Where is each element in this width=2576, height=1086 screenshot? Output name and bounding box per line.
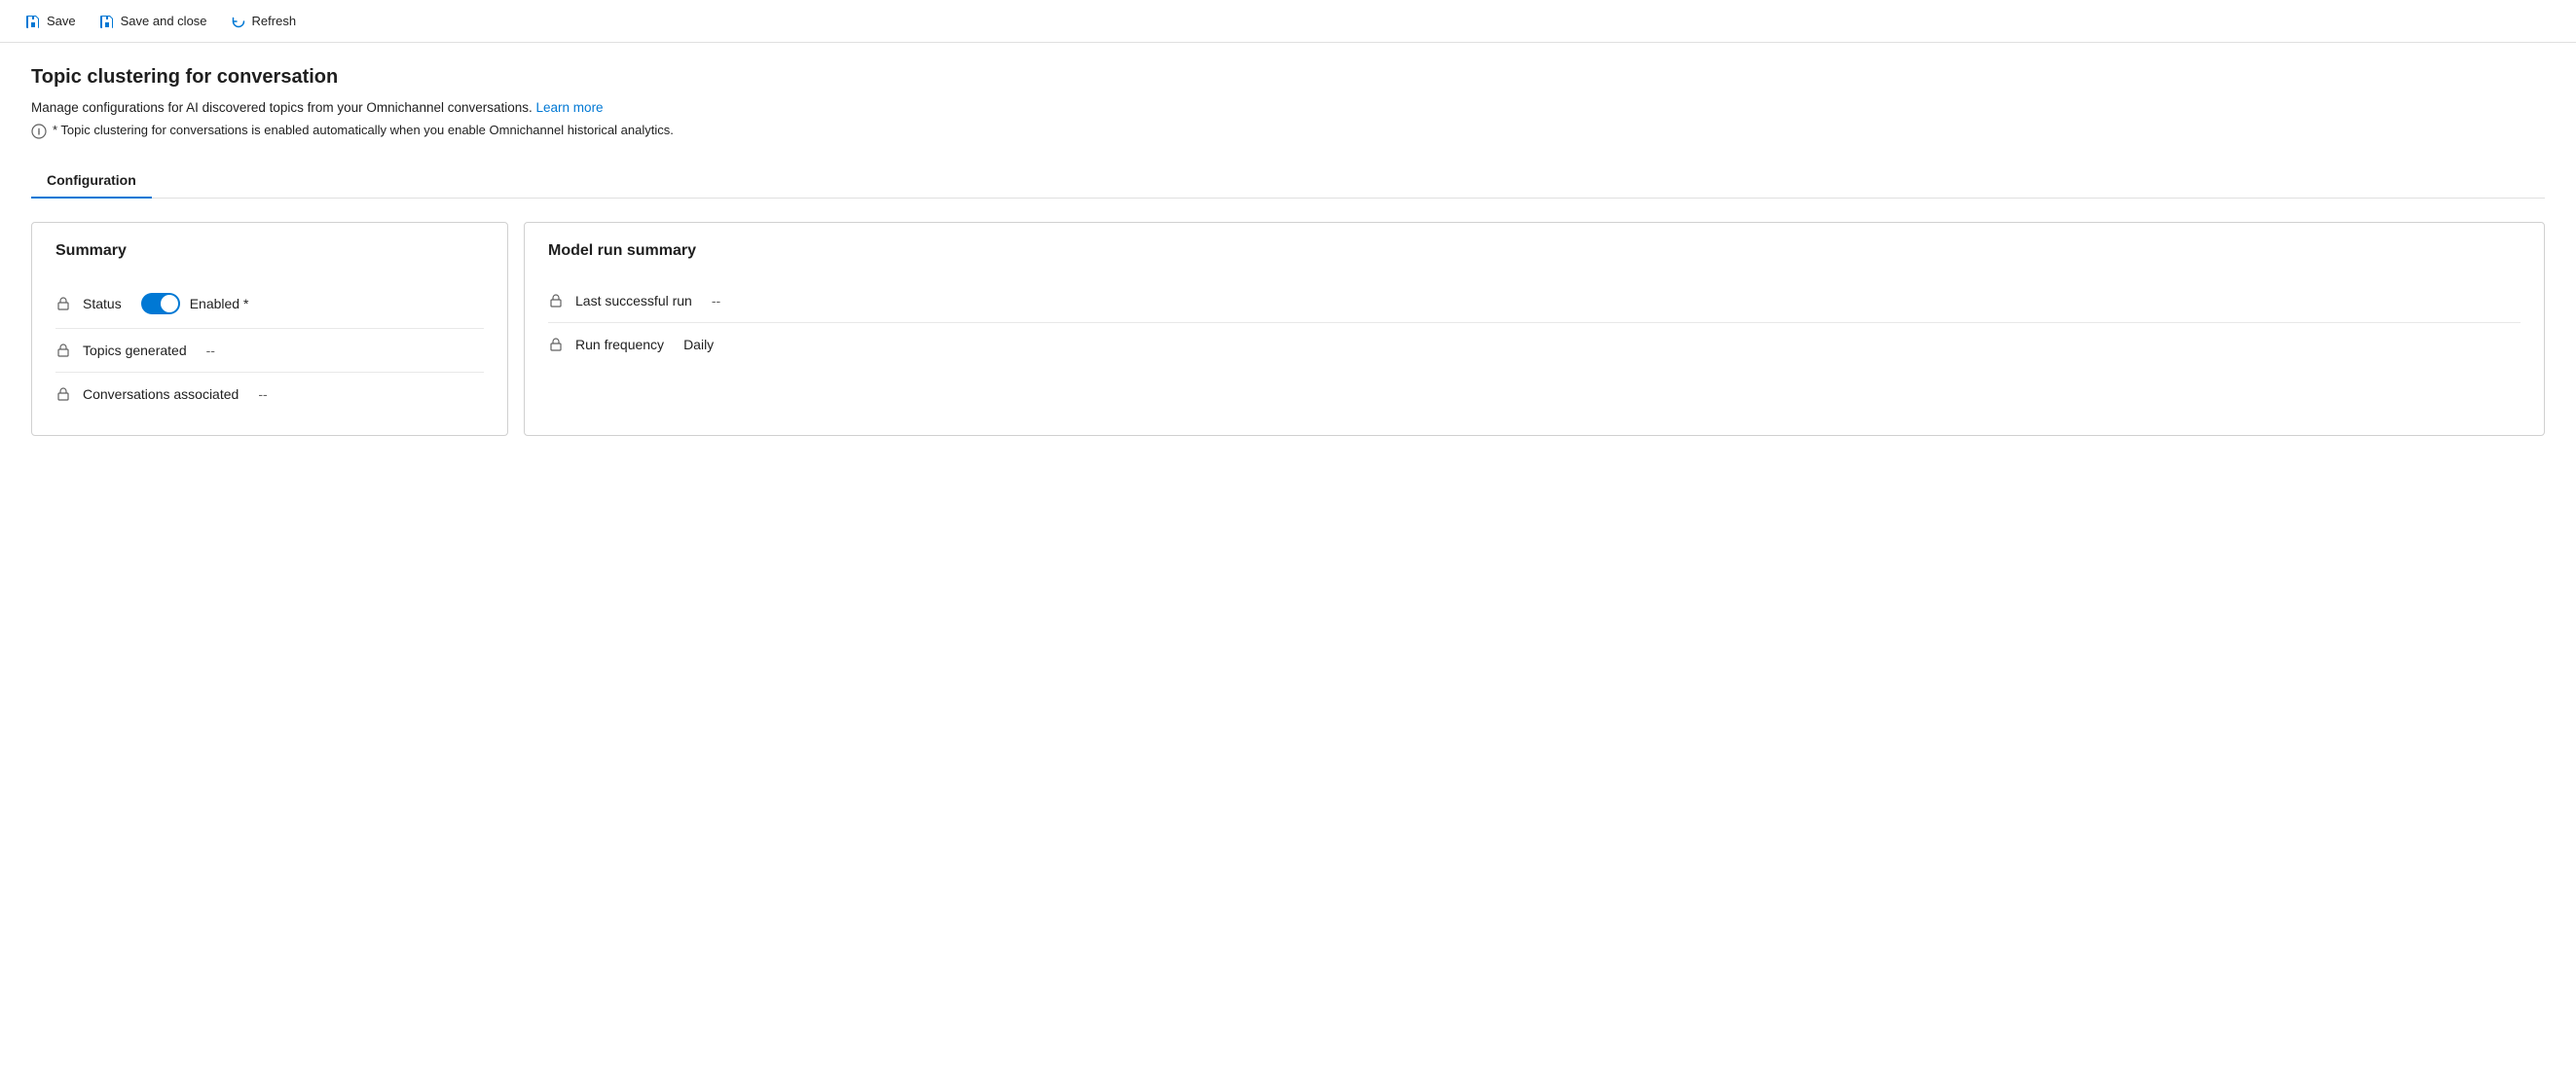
save-close-label: Save and close [121, 14, 207, 28]
topics-generated-value: -- [206, 343, 215, 358]
last-run-value: -- [712, 293, 720, 308]
save-close-icon [99, 14, 115, 29]
toolbar: Save Save and close Refresh [0, 0, 2576, 43]
info-note-text: * Topic clustering for conversations is … [53, 123, 674, 137]
status-enabled-text: Enabled * [190, 296, 249, 311]
refresh-icon [231, 14, 246, 29]
lock-icon-run-frequency [548, 337, 564, 352]
lock-icon-conversations [55, 386, 71, 402]
lock-icon-status [55, 296, 71, 311]
model-run-card-title: Model run summary [548, 242, 2521, 260]
save-button[interactable]: Save [16, 8, 86, 35]
page-title: Topic clustering for conversation [31, 66, 2545, 89]
info-icon [31, 124, 47, 139]
refresh-label: Refresh [252, 14, 297, 28]
summary-card-title: Summary [55, 242, 484, 260]
info-note: * Topic clustering for conversations is … [31, 123, 2545, 139]
tab-configuration[interactable]: Configuration [31, 163, 152, 198]
status-toggle[interactable] [141, 293, 180, 314]
save-icon [25, 14, 41, 29]
run-frequency-value: Daily [683, 337, 714, 352]
last-run-label: Last successful run [575, 293, 692, 308]
last-run-field-row: Last successful run -- [548, 279, 2521, 323]
run-frequency-label: Run frequency [575, 337, 664, 352]
description-text: Manage configurations for AI discovered … [31, 100, 533, 115]
status-label: Status [83, 296, 122, 311]
save-label: Save [47, 14, 76, 28]
page-description: Manage configurations for AI discovered … [31, 100, 2545, 115]
model-run-card: Model run summary Last successful run --… [524, 222, 2545, 436]
conversations-associated-value: -- [258, 386, 267, 402]
lock-icon-last-run [548, 293, 564, 308]
refresh-button[interactable]: Refresh [221, 8, 307, 35]
status-toggle-container: Enabled * [141, 293, 249, 314]
lock-icon-topics [55, 343, 71, 358]
learn-more-link[interactable]: Learn more [536, 100, 604, 115]
page-content: Topic clustering for conversation Manage… [0, 43, 2576, 459]
tabs: Configuration [31, 163, 2545, 199]
summary-card: Summary Status Enabled * [31, 222, 508, 436]
save-close-button[interactable]: Save and close [90, 8, 217, 35]
cards-container: Summary Status Enabled * [31, 222, 2545, 436]
status-field-row: Status Enabled * [55, 279, 484, 329]
run-frequency-field-row: Run frequency Daily [548, 323, 2521, 366]
topics-generated-field-row: Topics generated -- [55, 329, 484, 373]
conversations-associated-label: Conversations associated [83, 386, 239, 402]
topics-generated-label: Topics generated [83, 343, 187, 358]
conversations-associated-field-row: Conversations associated -- [55, 373, 484, 416]
